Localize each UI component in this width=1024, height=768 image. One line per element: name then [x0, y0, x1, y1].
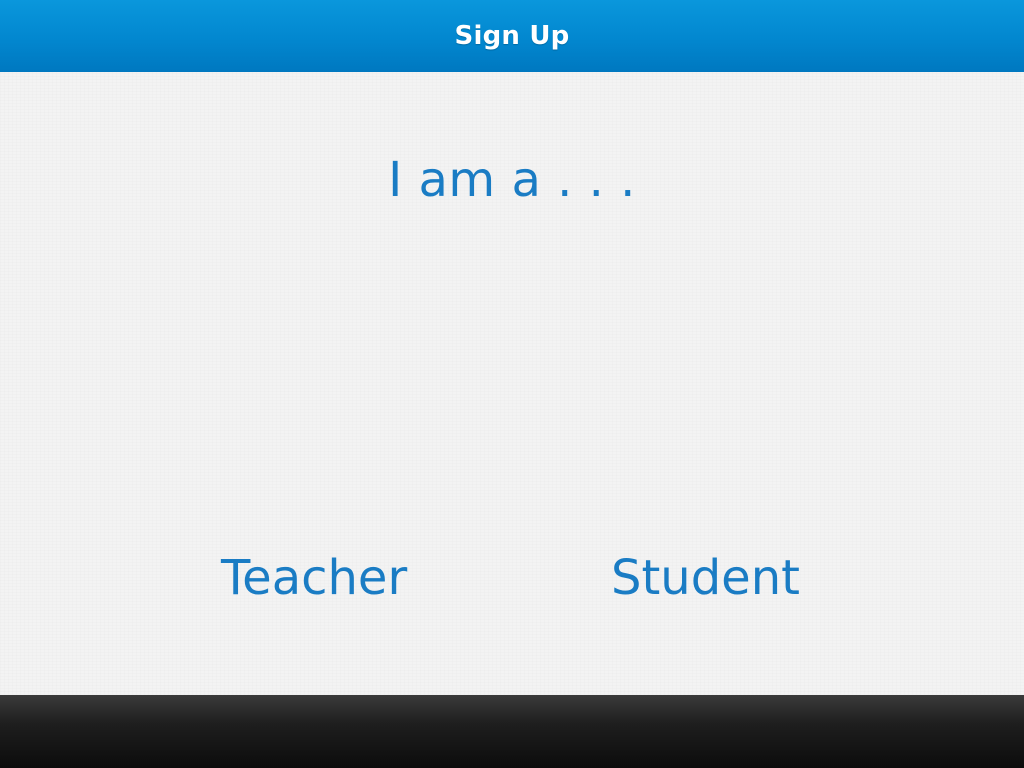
footer-bar	[0, 695, 1024, 768]
role-prompt: I am a . . .	[388, 152, 636, 208]
student-option[interactable]: Student	[611, 550, 800, 606]
page-title: Sign Up	[454, 21, 570, 51]
teacher-option[interactable]: Teacher	[221, 550, 407, 606]
header-bar: Sign Up	[0, 0, 1024, 72]
main-content: I am a . . . Teacher Student	[0, 72, 1024, 695]
